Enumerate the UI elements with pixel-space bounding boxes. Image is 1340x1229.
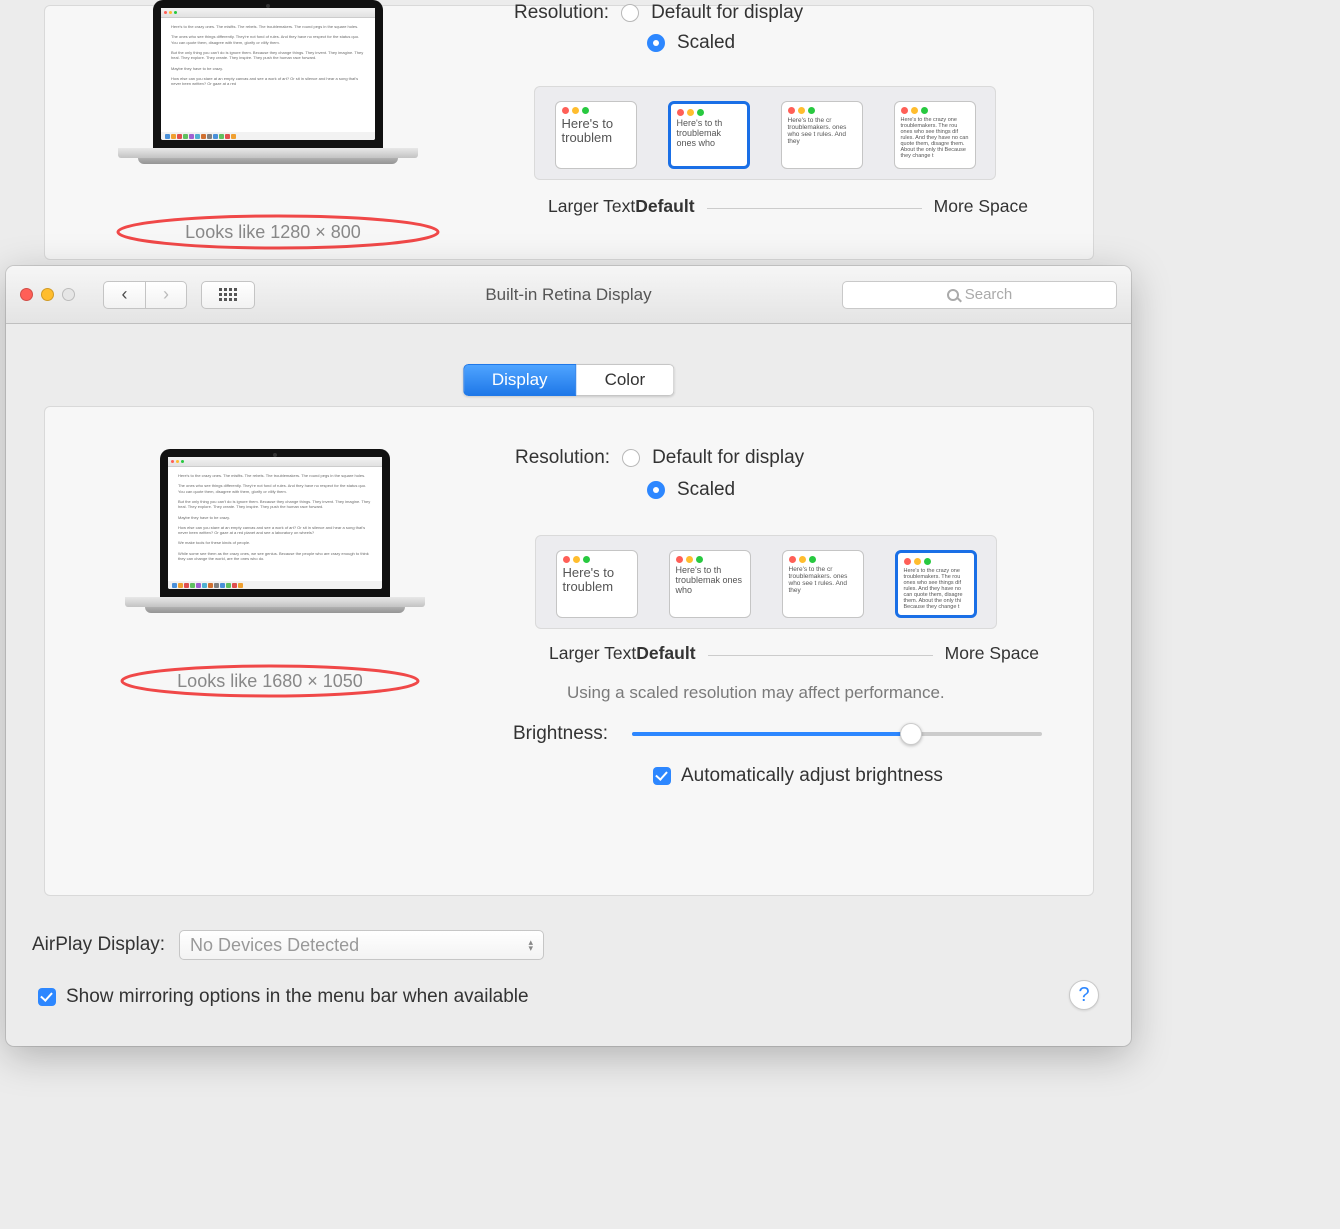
resolution-label: Resolution:: [514, 2, 609, 24]
thumb-captions-main: Larger Text Default More Space: [549, 643, 1039, 664]
cap-more-main: More Space: [945, 643, 1039, 664]
nav-segment: ‹ ›: [103, 281, 187, 309]
radio-scaled-top[interactable]: [647, 34, 665, 52]
preferences-window: ‹ › Built-in Retina Display Search Displ…: [6, 266, 1131, 1046]
slider-knob[interactable]: [900, 723, 922, 745]
show-mirroring-row: Show mirroring options in the menu bar w…: [38, 986, 529, 1008]
radio-default-label: Default for display: [651, 2, 803, 24]
radio-default-label-main: Default for display: [652, 447, 804, 469]
tab-color[interactable]: Color: [577, 364, 675, 396]
select-caret-icon: ▴▾: [529, 939, 534, 952]
thumb-default[interactable]: Here's to th troublemak ones who: [666, 101, 751, 169]
thumb-larger-text-main[interactable]: Here's to troublem: [554, 550, 639, 618]
cap-default-main: Default: [636, 643, 695, 664]
help-icon: ?: [1078, 984, 1089, 1007]
window-traffic-lights: [20, 288, 75, 301]
looks-like-caption-top: Looks like 1280 × 800: [108, 222, 438, 243]
resolution-row-top: Resolution: Default for display: [514, 2, 803, 24]
brightness-row: Brightness:: [513, 723, 1042, 745]
thumb-more-space[interactable]: Here's to the crazy one troublemakers. T…: [892, 101, 977, 169]
brightness-slider[interactable]: [632, 732, 1042, 736]
thumb-middle-main[interactable]: Here's to the cr troublemakers. ones who…: [780, 550, 865, 618]
cap-spacer-line: [707, 208, 922, 217]
resolution-thumbnails-top: Here's to troublem Here's to th troublem…: [534, 86, 996, 180]
display-preview-macbook-main: Here's to the crazy ones. The misfits. T…: [125, 449, 425, 607]
thumb-captions-top: Larger Text Default More Space: [548, 196, 1028, 217]
display-preview-macbook-top: Here's to the crazy ones. The misfits. T…: [118, 0, 418, 158]
cap-spacer-line-main: [708, 655, 933, 664]
radio-scaled-main[interactable]: [647, 481, 665, 499]
window-toolbar: ‹ › Built-in Retina Display Search: [6, 266, 1131, 324]
show-mirroring-label: Show mirroring options in the menu bar w…: [66, 986, 529, 1008]
display-color-tabs: Display Color: [463, 364, 674, 396]
resolution-label-main: Resolution:: [515, 447, 610, 469]
resolution-row-main: Resolution: Default for display: [515, 447, 804, 469]
looks-like-caption-main: Looks like 1680 × 1050: [115, 671, 425, 692]
airplay-select[interactable]: No Devices Detected ▴▾: [179, 930, 544, 960]
auto-brightness-checkbox[interactable]: [653, 767, 671, 785]
airplay-row: AirPlay Display: No Devices Detected ▴▾: [32, 930, 544, 960]
back-button[interactable]: ‹: [103, 281, 145, 309]
help-button[interactable]: ?: [1069, 980, 1099, 1010]
cap-default: Default: [635, 196, 694, 217]
cap-larger: Larger Text: [548, 196, 635, 217]
search-icon: [947, 289, 959, 301]
close-button[interactable]: [20, 288, 33, 301]
thumb-more-space-main[interactable]: Here's to the crazy one troublemakers. T…: [893, 550, 978, 618]
search-placeholder: Search: [965, 286, 1013, 303]
search-input[interactable]: Search: [842, 281, 1117, 309]
brightness-label: Brightness:: [513, 723, 608, 745]
resolution-scaled-row-main: Scaled: [647, 479, 735, 501]
zoom-button[interactable]: [62, 288, 75, 301]
chevron-left-icon: ‹: [122, 284, 128, 305]
performance-note: Using a scaled resolution may affect per…: [567, 683, 945, 703]
radio-scaled-label: Scaled: [677, 32, 735, 54]
chevron-right-icon: ›: [163, 284, 169, 305]
thumb-larger-text[interactable]: Here's to troublem: [553, 101, 638, 169]
cap-more: More Space: [934, 196, 1028, 217]
resolution-thumbnails-main: Here's to troublem Here's to th troublem…: [535, 535, 997, 629]
display-panel: Here's to the crazy ones. The misfits. T…: [44, 406, 1094, 896]
resolution-scaled-row-top: Scaled: [647, 32, 735, 54]
grid-icon: [219, 288, 237, 301]
auto-brightness-label: Automatically adjust brightness: [681, 765, 943, 787]
show-all-button[interactable]: [201, 281, 255, 309]
radio-default-top[interactable]: [621, 4, 639, 22]
radio-default-main[interactable]: [622, 449, 640, 467]
airplay-label: AirPlay Display:: [32, 934, 165, 956]
radio-scaled-label-main: Scaled: [677, 479, 735, 501]
minimize-button[interactable]: [41, 288, 54, 301]
thumb-middle[interactable]: Here's to the cr troublemakers. ones who…: [779, 101, 864, 169]
tab-display[interactable]: Display: [463, 364, 577, 396]
auto-brightness-row: Automatically adjust brightness: [653, 765, 943, 787]
thumb-default-main[interactable]: Here's to th troublemak ones who: [667, 550, 752, 618]
show-mirroring-checkbox[interactable]: [38, 988, 56, 1006]
airplay-value: No Devices Detected: [190, 935, 359, 956]
cap-larger-main: Larger Text: [549, 643, 636, 664]
forward-button[interactable]: ›: [145, 281, 187, 309]
